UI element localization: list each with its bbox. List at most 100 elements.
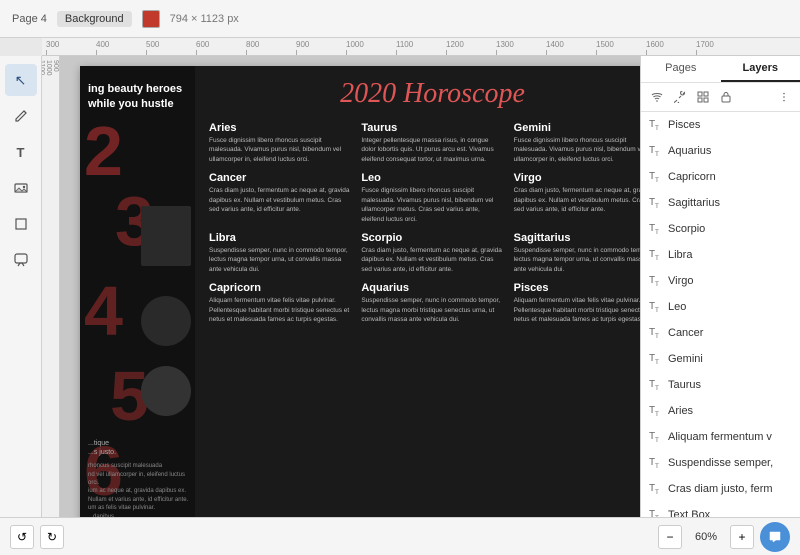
- page-dimensions: 794 × 1123 px: [170, 13, 239, 25]
- text-tool[interactable]: T: [5, 136, 37, 168]
- sign-cancer: Cancer Cras diam justo, fermentum ac neq…: [209, 172, 351, 224]
- main-area: ↖ T 900 1000 1100 1200 1300 i: [0, 56, 800, 517]
- sign-sagittarius: Sagittarius Suspendisse semper, nunc in …: [514, 232, 640, 274]
- panel-icon-more[interactable]: [774, 87, 794, 107]
- layer-item-libra[interactable]: TT Libra: [641, 242, 800, 268]
- panel-icon-grid[interactable]: [693, 87, 713, 107]
- select-tool[interactable]: ↖: [5, 64, 37, 96]
- sign-leo: Leo Fusce dignissim libero rhoncus susci…: [361, 172, 503, 224]
- left-toolbar: ↖ T: [0, 56, 42, 517]
- horoscope-title: 2020 Horoscope: [209, 78, 640, 110]
- bottom-bar: ↺ ↻ − 60% +: [0, 517, 800, 555]
- zoom-out-button[interactable]: −: [658, 525, 682, 549]
- top-bar: Page 4 Background 794 × 1123 px: [0, 0, 800, 38]
- layer-item-gemini[interactable]: TT Gemini: [641, 346, 800, 372]
- bottom-text: ...tique...s justo. rhoncus suscipit mal…: [88, 439, 191, 517]
- ruler-tick: 1100: [396, 40, 446, 55]
- sign-aries: Aries Fusce dignissim libero rhoncus sus…: [209, 122, 351, 164]
- panel-icon-lock[interactable]: [716, 87, 736, 107]
- layer-label: Scorpio: [668, 223, 792, 235]
- text-layer-icon: TT: [649, 145, 663, 158]
- horoscope-content: 2020 Horoscope Aries Fusce dignissim lib…: [195, 66, 640, 517]
- text-layer-icon: TT: [649, 301, 663, 314]
- ruler-tick: 1600: [646, 40, 696, 55]
- layer-item-aliquam1[interactable]: TT Aliquam fermentum v: [641, 424, 800, 450]
- text-layer-icon: TT: [649, 405, 663, 418]
- text-layer-icon: TT: [649, 327, 663, 340]
- ruler-tick: 400: [96, 40, 146, 55]
- layer-label: Aquarius: [668, 145, 792, 157]
- ruler-tick: 800: [246, 40, 296, 55]
- layer-item-scorpio[interactable]: TT Scorpio: [641, 216, 800, 242]
- left-strip: ing beauty heroes while you hustle 2 3 4…: [80, 66, 195, 517]
- ruler-tick: 1000: [346, 40, 396, 55]
- text-layer-icon: TT: [649, 379, 663, 392]
- signs-grid: Aries Fusce dignissim libero rhoncus sus…: [209, 122, 640, 324]
- ruler-tick: 300: [46, 40, 96, 55]
- tag-color-swatch[interactable]: [142, 10, 160, 28]
- product-image-1: [141, 206, 191, 266]
- horizontal-ruler: 300 400 500 600 800 900 1000 1100 1200 1…: [42, 38, 800, 56]
- zoom-controls: − 60% +: [658, 522, 790, 552]
- undo-button[interactable]: ↺: [10, 525, 34, 549]
- layer-label: Text Box: [668, 509, 792, 517]
- text-layer-icon: TT: [649, 223, 663, 236]
- chat-button[interactable]: [760, 522, 790, 552]
- sign-pisces: Pisces Aliquam fermentum vitae felis vit…: [514, 282, 640, 324]
- text-layer-icon: TT: [649, 275, 663, 288]
- text-layer-icon: TT: [649, 197, 663, 210]
- text-layer-icon: TT: [649, 249, 663, 262]
- layer-item-suspendisse1[interactable]: TT Suspendisse semper,: [641, 450, 800, 476]
- canvas-area[interactable]: ing beauty heroes while you hustle 2 3 4…: [60, 56, 640, 517]
- text-layer-icon: TT: [649, 457, 663, 470]
- panel-icon-wifi[interactable]: [647, 87, 667, 107]
- panel-tabs: Pages Layers: [641, 56, 800, 83]
- text-layer-icon: TT: [649, 353, 663, 366]
- ruler-tick: 900: [296, 40, 346, 55]
- layer-item-textbox[interactable]: TT Text Box: [641, 502, 800, 517]
- tab-pages[interactable]: Pages: [641, 56, 721, 82]
- layer-item-cras1[interactable]: TT Cras diam justo, ferm: [641, 476, 800, 502]
- layer-item-capricorn[interactable]: TT Capricorn: [641, 164, 800, 190]
- layer-label: Suspendisse semper,: [668, 457, 792, 469]
- sign-taurus: Taurus Integer pellentesque massa risus,…: [361, 122, 503, 164]
- tab-layers[interactable]: Layers: [721, 56, 800, 82]
- zoom-level: 60%: [688, 531, 724, 543]
- page-canvas: ing beauty heroes while you hustle 2 3 4…: [80, 66, 640, 517]
- right-panel: Pages Layers TT P: [640, 56, 800, 517]
- panel-icon-link[interactable]: [670, 87, 690, 107]
- big-number-4: 4: [84, 276, 123, 346]
- sign-aquarius: Aquarius Suspendisse semper, nunc in com…: [361, 282, 503, 324]
- sign-gemini: Gemini Fusce dignissim libero rhoncus su…: [514, 122, 640, 164]
- pen-tool[interactable]: [5, 100, 37, 132]
- layers-list[interactable]: TT Pisces TT Aquarius TT Capricorn TT Sa…: [641, 112, 800, 517]
- image-tool[interactable]: [5, 172, 37, 204]
- zoom-in-button[interactable]: +: [730, 525, 754, 549]
- panel-icon-row: [641, 83, 800, 112]
- comment-tool[interactable]: [5, 244, 37, 276]
- layer-item-virgo[interactable]: TT Virgo: [641, 268, 800, 294]
- layer-item-cancer[interactable]: TT Cancer: [641, 320, 800, 346]
- shape-tool[interactable]: [5, 208, 37, 240]
- ruler-tick: 500: [146, 40, 196, 55]
- layer-item-pisces[interactable]: TT Pisces: [641, 112, 800, 138]
- redo-button[interactable]: ↻: [40, 525, 64, 549]
- vertical-ruler: 900 1000 1100 1200 1300: [42, 56, 60, 517]
- layer-label: Virgo: [668, 275, 792, 287]
- text-layer-icon: TT: [649, 431, 663, 444]
- ruler-tick: 1400: [546, 40, 596, 55]
- layer-label: Libra: [668, 249, 792, 261]
- layer-item-aries[interactable]: TT Aries: [641, 398, 800, 424]
- background-tag[interactable]: Background: [57, 11, 132, 27]
- layer-item-leo[interactable]: TT Leo: [641, 294, 800, 320]
- ruler-tick: 1200: [446, 40, 496, 55]
- layer-label: Gemini: [668, 353, 792, 365]
- text-layer-icon: TT: [649, 509, 663, 518]
- tagline: ing beauty heroes while you hustle: [88, 82, 187, 113]
- bottom-controls-left: ↺ ↻: [10, 525, 64, 549]
- layer-label: Cancer: [668, 327, 792, 339]
- layer-item-taurus[interactable]: TT Taurus: [641, 372, 800, 398]
- product-image-2: [141, 296, 191, 346]
- layer-item-sagittarius[interactable]: TT Sagittarius: [641, 190, 800, 216]
- layer-item-aquarius[interactable]: TT Aquarius: [641, 138, 800, 164]
